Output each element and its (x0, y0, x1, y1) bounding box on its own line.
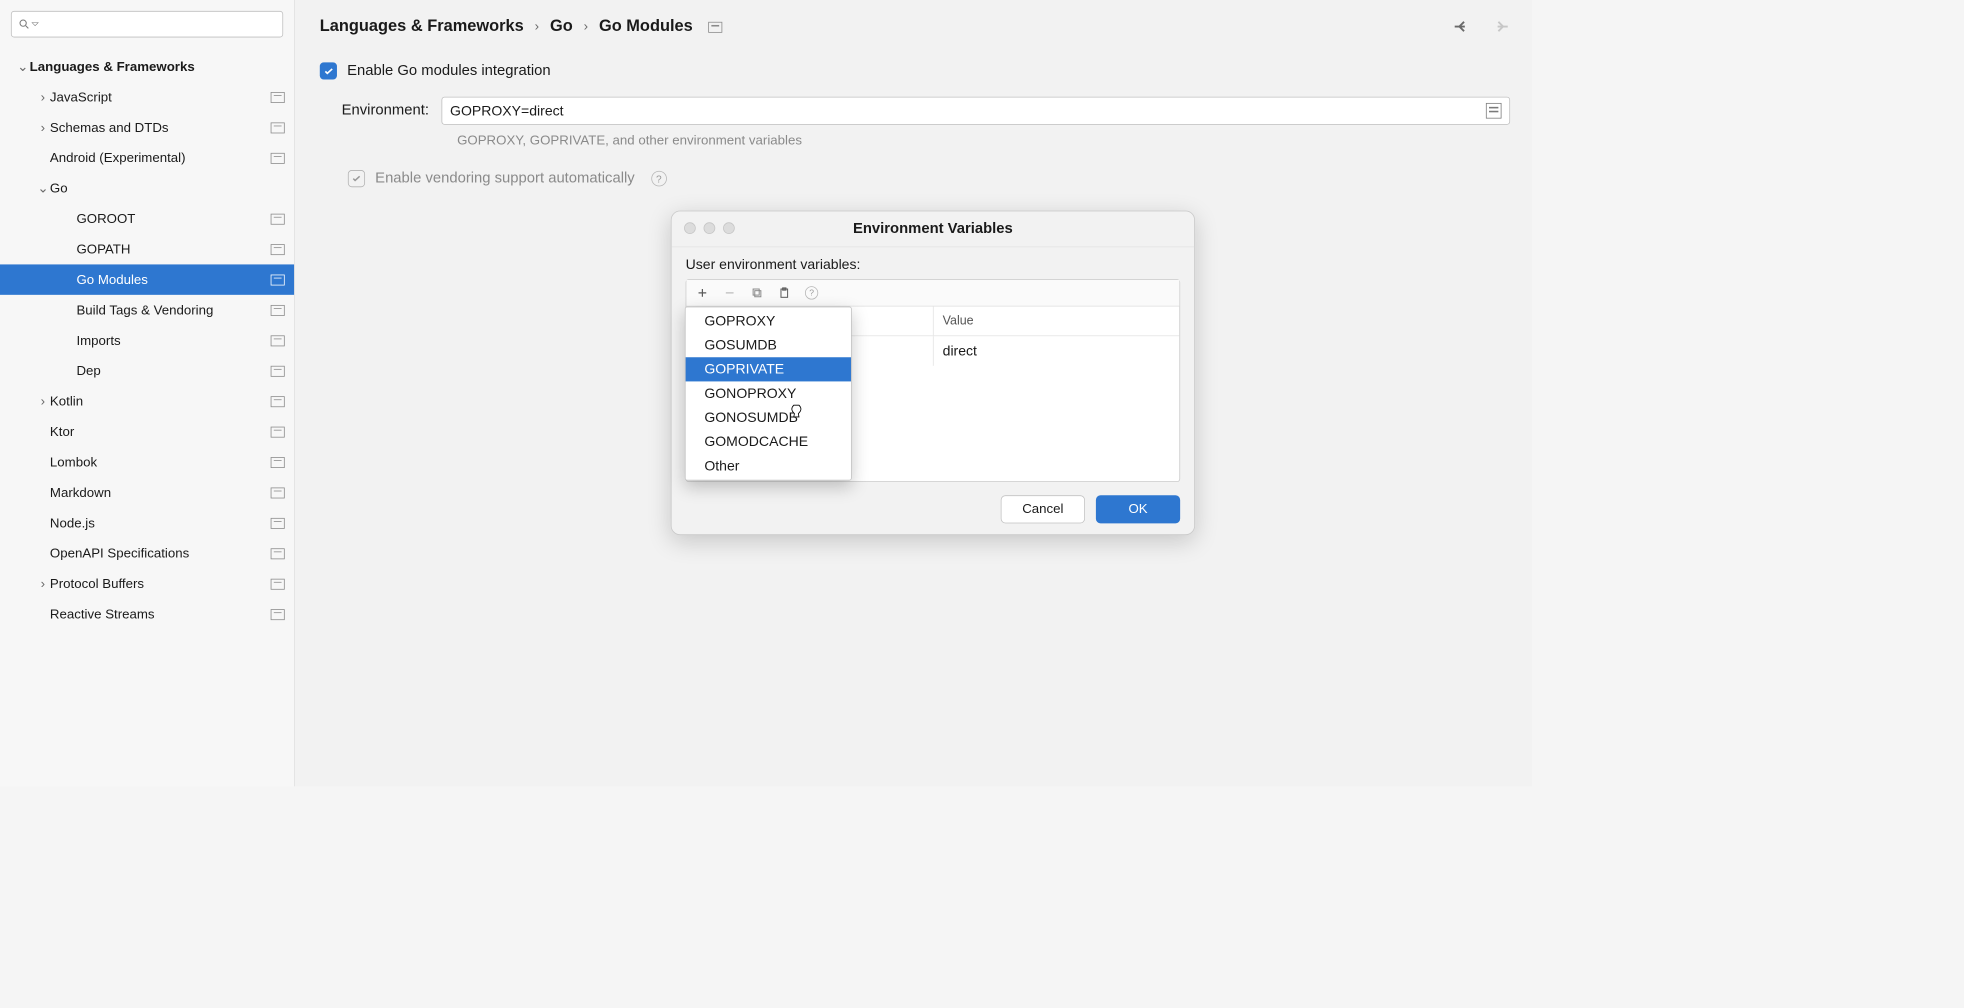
env-vars-dialog: Environment Variables User environment v… (671, 211, 1195, 535)
enable-go-modules-row[interactable]: Enable Go modules integration (320, 62, 1510, 79)
tree-heading[interactable]: ⌄ Languages & Frameworks (0, 51, 294, 81)
sidebar: ⌄ Languages & Frameworks › JavaScript › … (0, 0, 295, 786)
zoom-dot-icon[interactable] (723, 222, 735, 234)
env-vars-table: ? Value direct GOPROXY GOSUMDB GOPRIVATE… (686, 279, 1181, 482)
search-dropdown-icon (29, 18, 41, 30)
dd-option-gosumdb[interactable]: GOSUMDB (686, 333, 851, 357)
col-value: Value (933, 307, 1179, 336)
tree-item-nodejs[interactable]: · Node.js (0, 508, 294, 538)
cell-value[interactable]: direct (933, 336, 1179, 366)
module-badge-icon (271, 305, 285, 316)
enable-go-modules-label: Enable Go modules integration (347, 62, 550, 79)
add-icon[interactable] (696, 286, 709, 299)
search-input[interactable] (11, 11, 283, 38)
remove-icon[interactable] (723, 286, 736, 299)
close-dot-icon[interactable] (684, 222, 696, 234)
crumb-langframeworks[interactable]: Languages & Frameworks (320, 17, 524, 36)
tree-item-reactive[interactable]: · Reactive Streams (0, 599, 294, 629)
tree-item-goroot[interactable]: GOROOT (0, 204, 294, 234)
enable-go-modules-checkbox[interactable] (320, 62, 337, 79)
tree-item-build-tags[interactable]: Build Tags & Vendoring (0, 295, 294, 325)
paste-icon[interactable] (778, 286, 791, 299)
environment-label: Environment: (342, 102, 429, 119)
cancel-button[interactable]: Cancel (1001, 495, 1085, 523)
tree-item-ktor[interactable]: · Ktor (0, 417, 294, 447)
dialog-title: Environment Variables (853, 220, 1013, 237)
tree-item-go[interactable]: ⌄ Go (0, 173, 294, 203)
module-badge-icon (271, 518, 285, 529)
env-var-name-dropdown[interactable]: GOPROXY GOSUMDB GOPRIVATE GONOPROXY GONO… (685, 307, 852, 481)
breadcrumb-separator: › (535, 19, 539, 35)
module-badge-icon (271, 152, 285, 163)
dd-option-other[interactable]: Other (686, 454, 851, 478)
mouse-cursor-icon (789, 402, 805, 421)
list-icon[interactable] (1486, 103, 1502, 119)
main-panel: Languages & Frameworks › Go › Go Modules… (295, 0, 1532, 786)
dd-option-goprivate[interactable]: GOPRIVATE (686, 357, 851, 381)
module-badge-icon (271, 609, 285, 620)
module-badge-icon (271, 335, 285, 346)
module-badge-icon (271, 244, 285, 255)
breadcrumb: Languages & Frameworks › Go › Go Modules (320, 17, 1510, 36)
dd-option-gomodcache[interactable]: GOMODCACHE (686, 430, 851, 454)
module-badge-icon (271, 487, 285, 498)
vendoring-row: Enable vendoring support automatically ? (348, 170, 1510, 187)
module-badge-icon (271, 457, 285, 468)
tree-item-protobuf[interactable]: › Protocol Buffers (0, 569, 294, 599)
module-badge-icon (271, 213, 285, 224)
environment-input[interactable]: GOPROXY=direct (441, 97, 1510, 125)
module-badge-icon (271, 396, 285, 407)
vendoring-label: Enable vendoring support automatically (375, 170, 635, 187)
module-badge-icon (271, 365, 285, 376)
tree-item-android[interactable]: · Android (Experimental) (0, 143, 294, 173)
module-badge-icon (271, 548, 285, 559)
tree-item-kotlin[interactable]: › Kotlin (0, 386, 294, 416)
user-env-vars-label: User environment variables: (686, 257, 1181, 273)
dd-option-gonoproxy[interactable]: GONOPROXY (686, 381, 851, 405)
minimize-dot-icon[interactable] (704, 222, 716, 234)
module-badge-icon (271, 122, 285, 133)
module-badge-icon (271, 92, 285, 103)
help-icon[interactable]: ? (651, 171, 667, 187)
module-badge-icon (271, 578, 285, 589)
crumb-go[interactable]: Go (550, 17, 573, 36)
copy-icon[interactable] (750, 286, 763, 299)
tree-item-openapi[interactable]: · OpenAPI Specifications (0, 538, 294, 568)
tree-item-gopath[interactable]: GOPATH (0, 234, 294, 264)
module-badge-icon (708, 22, 722, 33)
module-badge-icon (271, 274, 285, 285)
tree-item-schemas[interactable]: › Schemas and DTDs (0, 112, 294, 142)
dd-option-goproxy[interactable]: GOPROXY (686, 309, 851, 333)
tree-item-dep[interactable]: Dep (0, 356, 294, 386)
tree-item-markdown[interactable]: · Markdown (0, 477, 294, 507)
window-traffic-lights[interactable] (684, 222, 735, 234)
help-icon[interactable]: ? (805, 286, 818, 299)
nav-back-icon[interactable] (1452, 17, 1471, 36)
vendoring-checkbox (348, 170, 365, 187)
nav-forward-icon (1491, 17, 1510, 36)
tree-item-imports[interactable]: Imports (0, 325, 294, 355)
tree-item-lombok[interactable]: · Lombok (0, 447, 294, 477)
module-badge-icon (271, 426, 285, 437)
crumb-go-modules: Go Modules (599, 17, 693, 36)
tree: ⌄ Languages & Frameworks › JavaScript › … (0, 51, 294, 629)
dd-option-gonosumdb[interactable]: GONOSUMDB (686, 406, 851, 430)
ok-button[interactable]: OK (1096, 495, 1180, 523)
environment-hint: GOPROXY, GOPRIVATE, and other environmen… (457, 133, 1510, 149)
breadcrumb-separator: › (584, 19, 588, 35)
tree-item-javascript[interactable]: › JavaScript (0, 82, 294, 112)
tree-item-go-modules[interactable]: Go Modules (0, 264, 294, 294)
